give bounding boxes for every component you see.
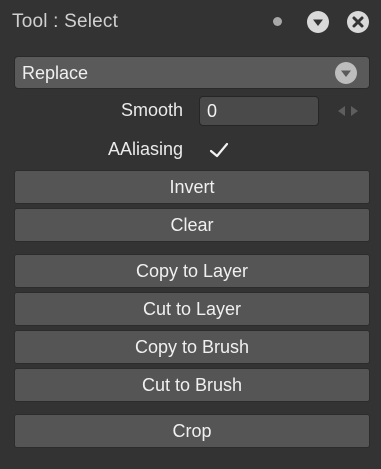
checkmark-icon [209, 142, 229, 158]
cut-to-layer-button[interactable]: Cut to Layer [14, 292, 370, 326]
smooth-label: Smooth [120, 100, 183, 120]
antialiasing-checkbox[interactable] [208, 140, 230, 160]
mode-dropdown[interactable]: Replace [14, 56, 370, 89]
smooth-value: 0 [207, 101, 218, 121]
crop-button[interactable]: Crop [14, 414, 370, 448]
cut-to-brush-button[interactable]: Cut to Brush [14, 368, 370, 402]
chevron-down-icon [341, 70, 351, 77]
panel-close-button[interactable] [347, 11, 369, 33]
invert-button[interactable]: Invert [14, 170, 370, 204]
left-right-arrows-icon[interactable] [337, 104, 359, 118]
copy-to-layer-button[interactable]: Copy to Layer [14, 254, 370, 288]
panel-menu-button[interactable] [307, 11, 329, 33]
clear-button[interactable]: Clear [14, 208, 370, 242]
close-icon [352, 16, 364, 28]
panel-title: Tool : Select [12, 11, 119, 32]
dropdown-arrow [335, 62, 357, 84]
mode-dropdown-value: Replace [22, 63, 89, 83]
antialiasing-label: AAliasing [107, 139, 183, 159]
copy-to-brush-button[interactable]: Copy to Brush [14, 330, 370, 364]
tool-select-panel: Tool : Select Replace Smooth 0 AAliasing [0, 0, 381, 469]
smooth-input[interactable]: 0 [199, 96, 319, 126]
chevron-down-icon [313, 19, 323, 26]
titlebar[interactable]: Tool : Select [0, 0, 381, 44]
dot-icon [273, 17, 282, 26]
